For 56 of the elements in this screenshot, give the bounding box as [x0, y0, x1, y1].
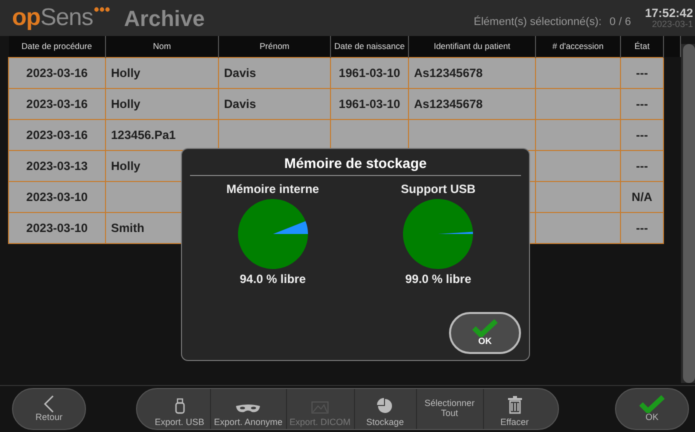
table-cell: 2023-03-16 — [8, 119, 106, 150]
image-icon — [311, 398, 330, 414]
column-header[interactable]: Identifiant du patient — [408, 36, 536, 57]
table-cell: 2023-03-10 — [8, 212, 106, 243]
ok-button[interactable]: OK — [615, 388, 689, 430]
column-header[interactable]: État — [620, 36, 664, 57]
table-cell: --- — [620, 57, 664, 88]
toolbar-button[interactable]: Stockage — [354, 389, 417, 429]
column-header[interactable]: # d'accession — [536, 36, 620, 57]
checkmark-icon — [472, 319, 498, 338]
selection-label: Élément(s) sélectionné(s): — [474, 14, 602, 30]
table-cell: Davis — [218, 57, 330, 88]
usb-icon — [174, 398, 184, 414]
table-cell: --- — [620, 88, 664, 119]
table-cell: Holly — [106, 57, 218, 88]
back-button[interactable]: Retour — [12, 388, 86, 430]
toolbar-button[interactable]: Sélectionner Tout — [416, 389, 484, 429]
toolbar-button[interactable]: Export. Anonyme — [211, 389, 287, 429]
table-cell: 1961-03-10 — [330, 57, 408, 88]
ok-button[interactable]: OK — [449, 312, 521, 354]
table-cell: --- — [620, 150, 664, 181]
clock-date: 2023-03-1 — [652, 20, 693, 30]
table-cell: 2023-03-16 — [8, 88, 106, 119]
free-space-reading: 94.0 % libre — [240, 271, 306, 288]
pie-chart-icon — [377, 398, 394, 414]
trash-icon — [508, 396, 522, 414]
column-header[interactable]: Nom — [106, 36, 218, 57]
table-cell: 123456.Pa1 — [106, 119, 218, 150]
free-space-reading: 99.0 % libre — [405, 271, 472, 288]
logo: opSens — [12, 6, 94, 30]
table-cell: --- — [620, 119, 664, 150]
table-cell: As12345678 — [408, 57, 536, 88]
screen-title: Archive — [124, 4, 205, 32]
table-cell: --- — [620, 212, 664, 243]
column-header[interactable]: Date de procédure — [8, 36, 106, 57]
dialog-title: Mémoire de stockage — [190, 153, 521, 176]
mask-icon — [235, 404, 262, 414]
toolbar-button[interactable]: Effacer — [484, 389, 546, 429]
column-header[interactable]: Prénom — [218, 36, 330, 57]
chevron-left-icon — [43, 395, 55, 414]
toolbar-button[interactable]: Export. USB — [149, 389, 211, 429]
table-cell: 2023-03-16 — [8, 57, 106, 88]
table-cell: Davis — [218, 88, 330, 119]
table-cell: As12345678 — [408, 88, 536, 119]
table-cell: 2023-03-10 — [8, 181, 106, 212]
table-cell: 1961-03-10 — [330, 88, 408, 119]
table-cell: Holly — [106, 88, 218, 119]
clock-time: 17:52:42 — [644, 6, 693, 20]
table-cell: 2023-03-13 — [8, 150, 106, 181]
selection-count: 0 / 6 — [610, 14, 631, 30]
checkmark-icon — [639, 395, 665, 414]
table-cell: N/A — [620, 181, 664, 212]
column-header[interactable]: Date de naissance — [330, 36, 408, 57]
panel-label: Support USB — [400, 181, 476, 198]
panel-label: Mémoire interne — [226, 181, 320, 198]
dots-icon — [94, 7, 110, 12]
